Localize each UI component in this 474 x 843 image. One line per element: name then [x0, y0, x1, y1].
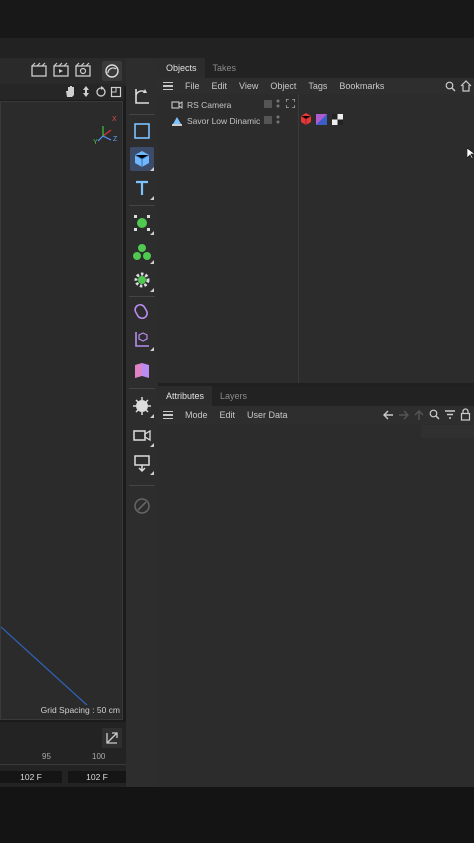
objects-tab-bar: Objects Takes [158, 58, 474, 78]
timeline-panel: 95 100 102 F 102 F [0, 722, 128, 787]
search-icon[interactable] [429, 409, 440, 420]
menu-tags[interactable]: Tags [302, 81, 333, 91]
cloner-tool[interactable] [130, 240, 154, 264]
end-frame-field[interactable]: 102 F [0, 771, 62, 783]
move-arrows-icon[interactable] [80, 85, 92, 98]
object-name: Savor Low Dinamic [187, 115, 261, 126]
forward-arrow-icon[interactable] [398, 409, 410, 421]
checker-tag-icon[interactable] [332, 114, 343, 125]
object-row-rs-camera[interactable]: RS Camera [158, 97, 298, 112]
attributes-panel: Attributes Layers Mode Edit User Data [158, 386, 474, 787]
menu-file[interactable]: File [179, 81, 206, 91]
paint-tool-disabled[interactable] [130, 494, 154, 518]
camera-target-icon[interactable] [285, 98, 296, 109]
visibility-dots-icon[interactable] [276, 115, 280, 125]
deformer-tool[interactable] [130, 299, 154, 323]
field-tool[interactable] [130, 327, 154, 351]
status-bar [0, 787, 474, 843]
grid-spacing-label: Grid Spacing : 50 cm [22, 705, 120, 719]
render-region-icon[interactable] [30, 62, 48, 78]
attributes-menu-bar: Mode Edit User Data [158, 406, 474, 424]
camera-icon [171, 100, 183, 110]
menu-user-data[interactable]: User Data [241, 410, 294, 420]
axis-x-label: X [112, 116, 117, 123]
visibility-dots-icon[interactable] [276, 99, 280, 109]
generator-gear-tool[interactable] [130, 268, 154, 292]
objects-menu-bar: File Edit View Object Tags Bookmarks [158, 78, 474, 94]
tool-separator [129, 485, 155, 486]
axis-y-label: Y [93, 139, 98, 146]
hamburger-menu-icon[interactable] [163, 82, 173, 90]
render-view-icon[interactable] [52, 62, 70, 78]
layer-check-icon[interactable] [264, 116, 272, 124]
environment-tool[interactable] [130, 394, 154, 418]
tool-separator [129, 388, 155, 389]
model-mode-tool[interactable] [130, 119, 154, 143]
tool-separator [129, 296, 155, 297]
viewport-nav-bar [0, 84, 124, 100]
rotate-view-icon[interactable] [95, 85, 107, 98]
menu-object[interactable]: Object [264, 81, 302, 91]
app-top-bar [0, 0, 474, 38]
filter-icon[interactable] [444, 409, 456, 420]
timeline-fit-icon[interactable] [102, 728, 122, 748]
menu-edit[interactable]: Edit [214, 410, 242, 420]
tab-objects[interactable]: Objects [158, 58, 205, 78]
objects-column-divider [298, 94, 299, 385]
mouse-cursor-icon [466, 147, 474, 160]
preview-end-frame-field[interactable]: 102 F [68, 771, 126, 783]
spline-points-tool[interactable] [130, 211, 154, 235]
attributes-tab-bar: Attributes Layers [158, 386, 474, 406]
material-tag-icon[interactable] [300, 113, 312, 125]
cube-object-tool[interactable] [130, 147, 154, 171]
timeline-tick-100: 100 [92, 752, 106, 761]
light-icon [171, 116, 183, 126]
viewport-toolbar [0, 58, 128, 86]
tool-separator [129, 205, 155, 206]
attributes-field-placeholder [421, 425, 474, 438]
maximize-view-icon[interactable] [110, 85, 122, 98]
menu-mode[interactable]: Mode [179, 410, 214, 420]
render-settings-icon[interactable] [74, 62, 92, 78]
menu-bookmarks[interactable]: Bookmarks [333, 81, 390, 91]
hamburger-menu-icon[interactable] [163, 411, 173, 419]
tab-takes[interactable]: Takes [205, 58, 245, 78]
home-icon[interactable] [460, 80, 472, 92]
tab-layers[interactable]: Layers [212, 386, 255, 406]
back-arrow-icon[interactable] [382, 409, 394, 421]
light-tool[interactable] [130, 451, 154, 475]
menu-view[interactable]: View [233, 81, 264, 91]
3d-viewport[interactable]: X Y Z [0, 101, 123, 720]
app-layout-bar [0, 38, 474, 58]
timeline-ruler [0, 764, 128, 771]
search-icon[interactable] [445, 81, 456, 92]
text-tool[interactable] [130, 176, 154, 200]
objects-panel: Objects Takes File Edit View Object Tags… [158, 58, 474, 385]
redshift-render-icon[interactable] [102, 61, 122, 81]
camera-tool[interactable] [130, 423, 154, 447]
object-name: RS Camera [187, 99, 232, 110]
pan-hand-icon[interactable] [64, 85, 76, 98]
axis-gizmo: X Y Z [91, 116, 121, 150]
coordinate-system-tool[interactable] [130, 84, 154, 108]
timeline-tick-95: 95 [42, 752, 51, 761]
lock-icon[interactable] [460, 408, 471, 421]
axis-z-label: Z [113, 136, 118, 143]
volume-tool[interactable] [130, 358, 154, 382]
object-row-savor-low-dinamic[interactable]: Savor Low Dinamic [158, 113, 474, 128]
layer-check-icon[interactable] [264, 100, 272, 108]
horizon-line [1, 626, 100, 717]
up-arrow-icon[interactable] [413, 409, 425, 421]
tab-attributes[interactable]: Attributes [158, 386, 213, 406]
texture-tag-icon[interactable] [316, 114, 327, 125]
tool-separator [129, 114, 155, 115]
menu-edit[interactable]: Edit [206, 81, 234, 91]
